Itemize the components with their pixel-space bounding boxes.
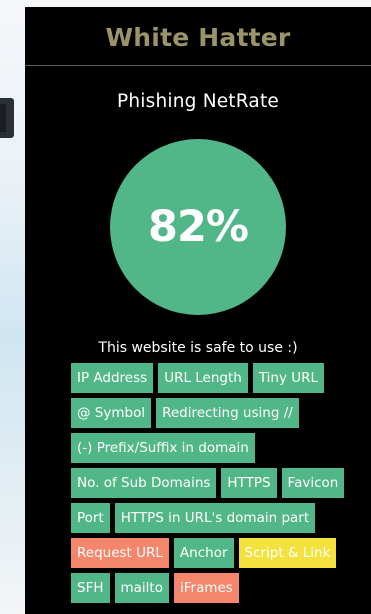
feature-tag: Redirecting using // [156,398,299,428]
background-webpage [0,0,25,614]
feature-tag: Anchor [173,538,234,568]
extension-popup: White Hatter Phishing NetRate 82% This w… [25,7,371,614]
feature-tag: Script & Link [238,538,337,568]
feature-tag: @ Symbol [71,398,152,428]
page: White Hatter Phishing NetRate 82% This w… [0,0,371,614]
app-title: White Hatter [105,22,291,52]
feature-row: Request URL Anchor Script & Link [71,538,371,568]
feature-tag: Request URL [71,538,169,568]
feature-row: Port HTTPS in URL's domain part [71,503,371,533]
feature-tag: Tiny URL [252,363,325,393]
feature-tag: iFrames [173,573,239,603]
feature-tag: No. of Sub Domains [71,468,217,498]
background-toolbar-inner [0,104,6,132]
rate-value: 82% [148,202,249,252]
feature-tag: (-) Prefix/Suffix in domain [71,433,255,463]
feature-tag: SFH [71,573,110,603]
feature-tag: Favicon [281,468,345,498]
verdict-text: This website is safe to use :) [98,340,298,356]
popup-header: White Hatter [25,7,371,66]
feature-tag: Port [71,503,110,533]
feature-tag: HTTPS in URL's domain part [114,503,316,533]
section-title: Phishing NetRate [117,91,279,112]
feature-tag: mailto [114,573,169,603]
feature-tag: URL Length [158,363,248,393]
feature-list: IP Address URL Length Tiny URL @ Symbol Redi… [71,363,371,603]
feature-row: (-) Prefix/Suffix in domain [71,433,371,463]
feature-row: No. of Sub Domains HTTPS Favicon [71,468,371,498]
feature-row: @ Symbol Redirecting using // [71,398,371,428]
rate-circle: 82% [110,139,286,315]
feature-tag: HTTPS [221,468,277,498]
feature-row: SFH mailto iFrames [71,573,371,603]
feature-row: IP Address URL Length Tiny URL [71,363,371,393]
feature-tag: IP Address [71,363,154,393]
